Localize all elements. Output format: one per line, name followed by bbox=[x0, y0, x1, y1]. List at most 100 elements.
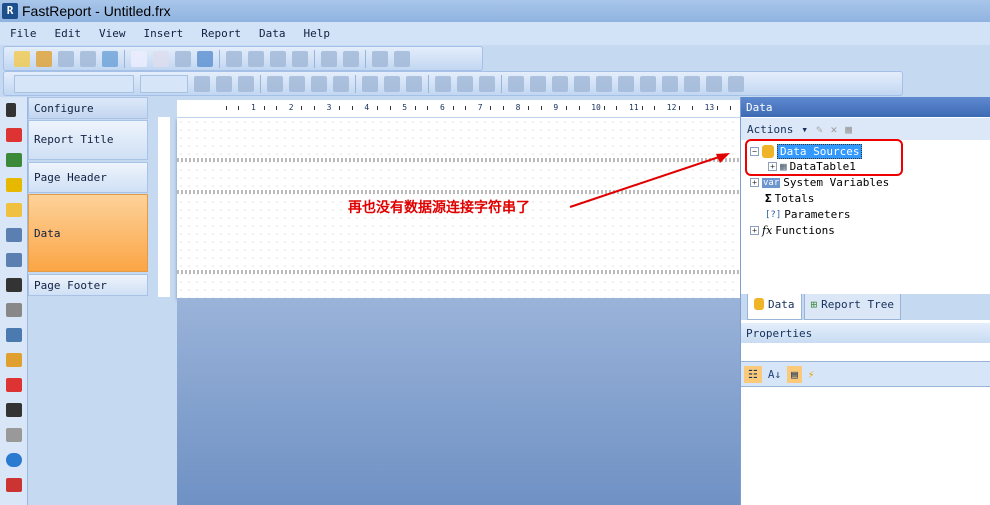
underline-icon[interactable] bbox=[238, 75, 254, 92]
window-title: FastReport - Untitled.frx bbox=[22, 3, 171, 19]
save-icon[interactable] bbox=[58, 50, 74, 67]
matrix-icon[interactable] bbox=[6, 253, 22, 267]
preview-icon[interactable] bbox=[102, 50, 118, 67]
configure-bands-button[interactable]: Configure bbox=[28, 97, 148, 119]
format-painter-icon[interactable] bbox=[292, 50, 308, 67]
text-object-icon[interactable] bbox=[6, 128, 22, 142]
ungroup-icon[interactable] bbox=[394, 50, 410, 67]
line-color-icon[interactable] bbox=[684, 75, 700, 92]
menu-data[interactable]: Data bbox=[259, 27, 286, 40]
pointer-icon[interactable] bbox=[6, 103, 16, 117]
shape-icon[interactable] bbox=[6, 178, 22, 192]
valign-top-icon[interactable] bbox=[362, 75, 378, 92]
ruler-tick-label: 11 bbox=[629, 103, 639, 112]
separator bbox=[124, 49, 125, 68]
categorized-icon[interactable]: ☷ bbox=[744, 365, 762, 383]
align-right-icon[interactable] bbox=[311, 75, 327, 92]
expand-icon[interactable]: + bbox=[750, 178, 759, 187]
menu-insert[interactable]: Insert bbox=[144, 27, 184, 40]
valign-bottom-icon[interactable] bbox=[406, 75, 422, 92]
new-report-icon[interactable] bbox=[14, 50, 30, 67]
picture-icon[interactable] bbox=[6, 153, 22, 167]
open-icon[interactable] bbox=[36, 50, 52, 67]
border-top-icon[interactable] bbox=[508, 75, 524, 92]
band-page-header[interactable]: Page Header bbox=[28, 162, 148, 193]
barcode-icon[interactable] bbox=[6, 278, 22, 292]
menu-view[interactable]: View bbox=[99, 27, 126, 40]
object-toolbox bbox=[0, 97, 28, 505]
undo-icon[interactable] bbox=[321, 50, 337, 67]
new-page-icon[interactable] bbox=[131, 50, 147, 67]
border-bottom-icon[interactable] bbox=[530, 75, 546, 92]
cut-icon[interactable] bbox=[226, 50, 242, 67]
line-width-icon[interactable] bbox=[706, 75, 722, 92]
ruler-tick-label: 5 bbox=[402, 103, 408, 112]
ruler-tick bbox=[641, 106, 643, 110]
gauge-icon[interactable] bbox=[6, 478, 22, 492]
copy-icon[interactable] bbox=[248, 50, 264, 67]
text-color-icon[interactable] bbox=[435, 75, 451, 92]
map-icon[interactable] bbox=[6, 453, 22, 467]
subreport-icon[interactable] bbox=[6, 203, 22, 217]
digital-icon[interactable] bbox=[6, 403, 22, 417]
delete-icon[interactable]: ✕ bbox=[831, 123, 838, 136]
expand-icon[interactable]: + bbox=[750, 226, 759, 235]
menu-edit[interactable]: Edit bbox=[55, 27, 82, 40]
object-selector[interactable] bbox=[741, 343, 990, 362]
data-panel-header: Data bbox=[741, 97, 990, 117]
events-icon[interactable]: ⚡ bbox=[808, 368, 815, 381]
border-all-icon[interactable] bbox=[596, 75, 612, 92]
checkbox-icon[interactable] bbox=[6, 328, 22, 342]
border-right-icon[interactable] bbox=[574, 75, 590, 92]
italic-icon[interactable] bbox=[216, 75, 232, 92]
redo-icon[interactable] bbox=[343, 50, 359, 67]
tree-item-system-variables[interactable]: + var System Variables bbox=[750, 176, 889, 189]
tree-item-parameters[interactable]: [?] Parameters bbox=[765, 208, 851, 221]
line-style-icon[interactable] bbox=[728, 75, 744, 92]
new-dialog-icon[interactable] bbox=[153, 50, 169, 67]
font-size-select[interactable] bbox=[140, 74, 188, 93]
actions-dropdown[interactable]: Actions bbox=[747, 123, 793, 136]
save-all-icon[interactable] bbox=[80, 50, 96, 67]
sparkline-icon[interactable] bbox=[6, 378, 22, 392]
fill-color-icon[interactable] bbox=[640, 75, 656, 92]
align-left-icon[interactable] bbox=[267, 75, 283, 92]
properties-icon[interactable]: ▤ bbox=[787, 365, 802, 383]
tree-item-totals[interactable]: Σ Totals bbox=[765, 192, 814, 205]
tab-report-tree[interactable]: ⊞ Report Tree bbox=[803, 294, 901, 320]
valign-middle-icon[interactable] bbox=[384, 75, 400, 92]
separator bbox=[501, 74, 502, 93]
ruler-tick bbox=[427, 106, 429, 110]
cell-text-icon[interactable] bbox=[6, 428, 22, 442]
ruler-tick-label: 7 bbox=[477, 103, 483, 112]
table-icon[interactable] bbox=[6, 228, 22, 242]
rich-text-icon[interactable] bbox=[6, 303, 22, 317]
menu-file[interactable]: File bbox=[10, 27, 37, 40]
justify-icon[interactable] bbox=[333, 75, 349, 92]
shadow-icon[interactable] bbox=[662, 75, 678, 92]
rotation-icon[interactable] bbox=[479, 75, 495, 92]
chart-icon[interactable] bbox=[6, 353, 22, 367]
menu-help[interactable]: Help bbox=[304, 27, 331, 40]
sort-az-icon[interactable]: A↓ bbox=[768, 368, 781, 381]
group-icon[interactable] bbox=[372, 50, 388, 67]
tab-data[interactable]: Data bbox=[747, 294, 802, 320]
property-grid[interactable] bbox=[741, 386, 990, 505]
tree-item-functions[interactable]: + fx Functions bbox=[750, 224, 835, 237]
highlight-icon[interactable] bbox=[457, 75, 473, 92]
menu-report[interactable]: Report bbox=[201, 27, 241, 40]
delete-page-icon[interactable] bbox=[175, 50, 191, 67]
page-setup-icon[interactable] bbox=[197, 50, 213, 67]
border-left-icon[interactable] bbox=[552, 75, 568, 92]
ruler-tick bbox=[301, 106, 303, 110]
border-none-icon[interactable] bbox=[618, 75, 634, 92]
edit-icon[interactable]: ✎ bbox=[816, 123, 823, 136]
band-report-title[interactable]: Report Title bbox=[28, 120, 148, 160]
band-data[interactable]: Data bbox=[28, 194, 148, 272]
view-icon[interactable]: ▦ bbox=[845, 123, 852, 136]
align-center-icon[interactable] bbox=[289, 75, 305, 92]
bold-icon[interactable] bbox=[194, 75, 210, 92]
paste-icon[interactable] bbox=[270, 50, 286, 67]
band-page-footer[interactable]: Page Footer bbox=[28, 274, 148, 296]
font-name-select[interactable] bbox=[14, 74, 134, 93]
